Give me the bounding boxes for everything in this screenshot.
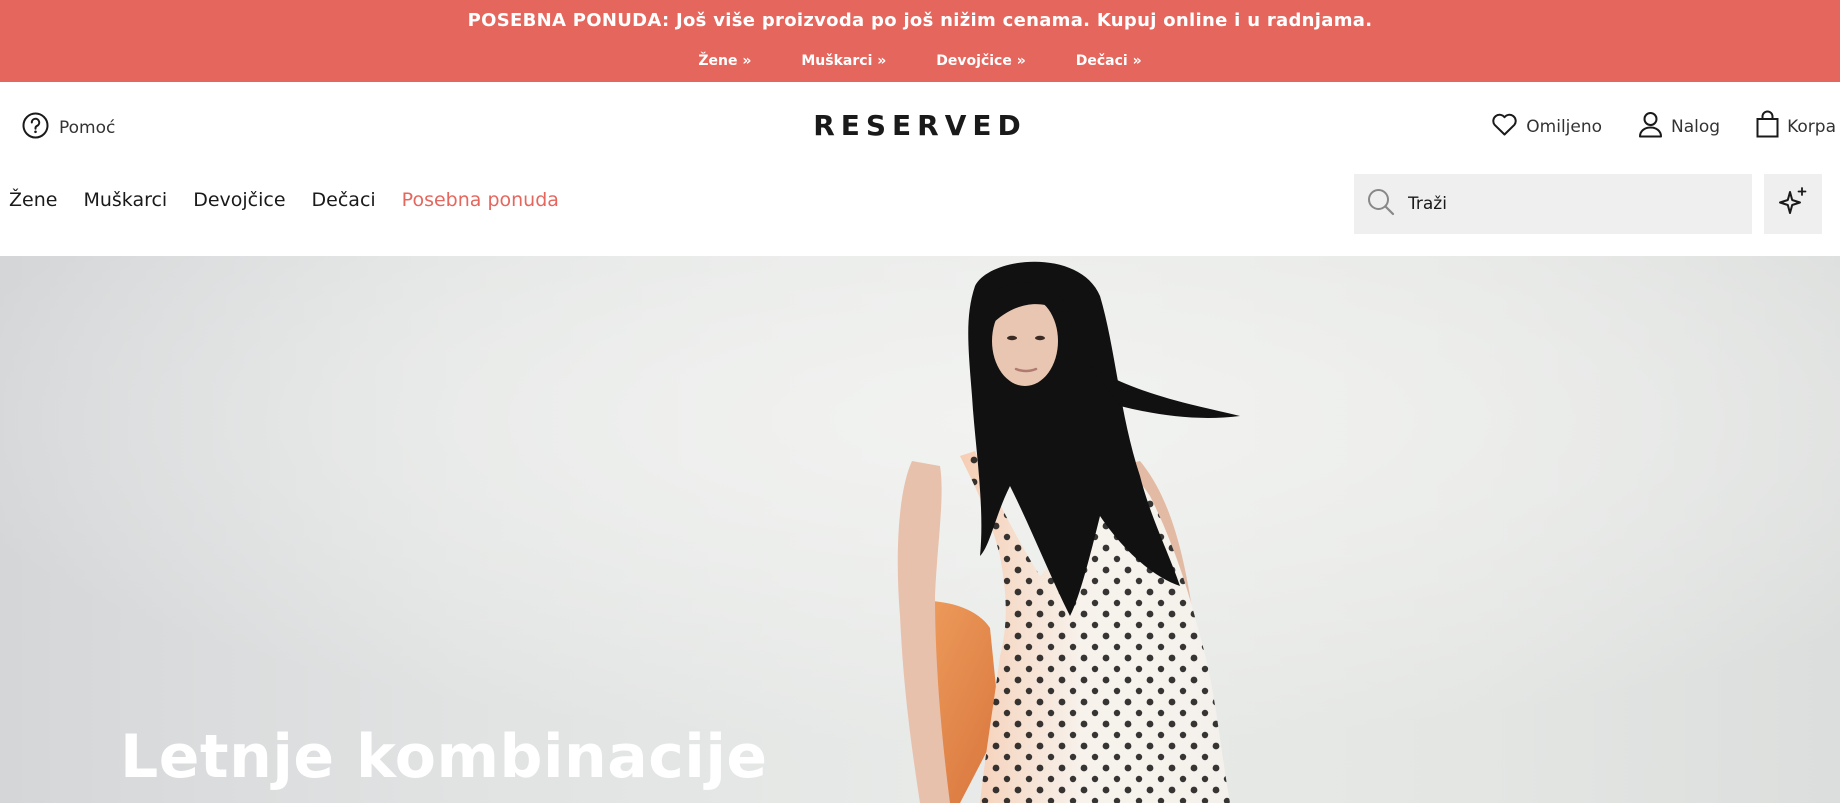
promo-text: POSEBNA PONUDA: Još više proizvoda po jo… (467, 10, 1373, 31)
search-input[interactable] (1408, 184, 1728, 224)
user-nav: Omiljeno Nalog Korpa (1491, 110, 1836, 143)
favorites-label: Omiljeno (1526, 116, 1603, 137)
bag-icon (1756, 110, 1779, 143)
cart-label: Korpa (1787, 116, 1836, 137)
favorites-link[interactable]: Omiljeno (1491, 112, 1602, 142)
account-link[interactable]: Nalog (1638, 111, 1720, 143)
nav-item-special-offer[interactable]: Posebna ponuda (402, 189, 559, 211)
nav-item-decaci[interactable]: Dečaci (312, 189, 376, 211)
heart-icon (1491, 112, 1518, 142)
hero-banner[interactable]: Letnje kombinacije (0, 256, 1840, 803)
nav-item-muskarci[interactable]: Muškarci (83, 189, 167, 211)
sparkle-icon (1777, 186, 1809, 222)
site-header: Pomoć RESERVED Omiljeno Nalog Korpa (0, 82, 1840, 172)
promo-link-decaci[interactable]: Dečaci » (1076, 53, 1142, 69)
nav-item-zene[interactable]: Žene (9, 189, 57, 211)
search-box[interactable] (1354, 174, 1752, 234)
promo-link-zene[interactable]: Žene » (698, 53, 751, 69)
cart-link[interactable]: Korpa (1756, 110, 1836, 143)
category-nav: Žene Muškarci Devojčice Dečaci Posebna p… (9, 189, 559, 211)
ai-assistant-button[interactable] (1764, 174, 1822, 234)
nav-item-devojcice[interactable]: Devojčice (193, 189, 285, 211)
promo-link-muskarci[interactable]: Muškarci » (801, 53, 886, 69)
hero-model-illustration (0, 256, 1840, 803)
promo-link-devojcice[interactable]: Devojčice » (936, 53, 1025, 69)
hero-title: Letnje kombinacije (120, 722, 768, 792)
search-icon (1366, 187, 1396, 221)
promo-links: Žene » Muškarci » Devojčice » Dečaci » (0, 53, 1840, 69)
promo-banner: POSEBNA PONUDA: Još više proizvoda po jo… (0, 0, 1840, 82)
user-icon (1638, 111, 1663, 143)
account-label: Nalog (1671, 116, 1721, 137)
